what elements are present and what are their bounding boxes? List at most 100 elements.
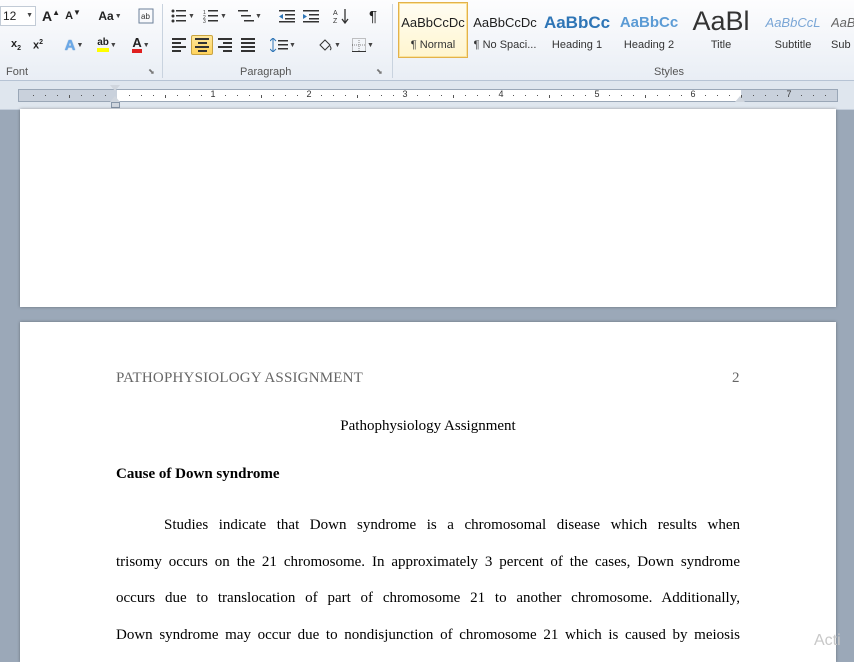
- ruler-tick: [645, 95, 646, 98]
- show-formatting-button[interactable]: ¶: [362, 6, 384, 26]
- change-case-button[interactable]: Aa ▼: [94, 6, 126, 26]
- svg-text:A: A: [333, 10, 338, 17]
- ruler-number: 6: [690, 89, 696, 99]
- style-name: Heading 1: [551, 39, 603, 51]
- dialog-launcher-icon[interactable]: ⬊: [148, 68, 156, 76]
- clear-formatting-icon: ab: [138, 8, 154, 24]
- ruler-tick: [801, 95, 802, 96]
- document-page-2[interactable]: PATHOPHYSIOLOGY ASSIGNMENT 2 Pathophysio…: [20, 322, 836, 662]
- increase-indent-button[interactable]: [300, 6, 322, 26]
- align-left-button[interactable]: [168, 35, 190, 55]
- group-divider: [162, 4, 163, 78]
- bullets-button[interactable]: ▼: [170, 6, 196, 26]
- ruler-tick: [129, 95, 130, 96]
- first-line-indent-marker[interactable]: [110, 85, 120, 91]
- ruler-number: 5: [594, 89, 600, 99]
- ruler-tick: [729, 95, 730, 96]
- sort-icon: AZ: [333, 9, 349, 24]
- style-heading-1[interactable]: AaBbCc Heading 1: [542, 2, 612, 58]
- decrease-indent-button[interactable]: [276, 6, 298, 26]
- ruler-tick: [777, 95, 778, 96]
- paragraph-line: Studies indicate that Down syndrome is a…: [164, 517, 740, 533]
- font-size-box[interactable]: 12 ▼: [0, 6, 36, 26]
- highlight-color-button[interactable]: ab ▼: [92, 35, 122, 55]
- style-heading-2[interactable]: AaBbCc Heading 2: [614, 2, 684, 58]
- document-title: Pathophysiology Assignment: [340, 418, 516, 434]
- running-head: PATHOPHYSIOLOGY ASSIGNMENT: [116, 370, 364, 386]
- ruler-tick: [681, 95, 682, 96]
- clear-formatting-button[interactable]: ab: [136, 6, 156, 26]
- ruler-tick: [621, 95, 622, 96]
- multilevel-list-button[interactable]: ▼: [236, 6, 264, 26]
- chevron-down-icon[interactable]: ▼: [26, 7, 33, 25]
- borders-button[interactable]: ▼: [348, 35, 378, 55]
- ruler-tick: [669, 95, 670, 96]
- ruler-tick: [165, 95, 166, 98]
- left-indent-marker[interactable]: [111, 102, 120, 108]
- ruler-tick: [177, 95, 178, 96]
- ruler-tick: [249, 95, 250, 96]
- ruler-tick: [393, 95, 394, 96]
- style-no-spacing[interactable]: AaBbCcDc ¶ No Spaci...: [470, 2, 540, 58]
- numbering-button[interactable]: 1 2 3 ▼: [202, 6, 228, 26]
- ruler-tick: [705, 95, 706, 96]
- styles-group-label: Styles: [654, 66, 684, 78]
- ruler-tick: [417, 95, 418, 96]
- horizontal-ruler[interactable]: 1 2 3 4 5 6 7: [18, 89, 838, 102]
- ruler-tick: [813, 95, 814, 96]
- ruler-number: 1: [210, 89, 216, 99]
- paragraph-line: Down syndrome may occur due to nondisjun…: [116, 626, 740, 643]
- font-group: 12 ▼ A ▲ A ▼ Aa ▼ ab x2 x2 A ▼ ab ▼ A ▼ Font: [0, 0, 160, 80]
- ruler-number: 4: [498, 89, 504, 99]
- align-right-icon: [218, 38, 232, 52]
- text-effects-button[interactable]: A ▼: [60, 35, 88, 55]
- style-subtle-emphasis[interactable]: AaB Sub: [830, 2, 854, 58]
- align-center-icon: [195, 38, 209, 52]
- subscript-button[interactable]: x2: [6, 35, 26, 55]
- ruler-tick: [357, 95, 358, 98]
- ruler-tick: [609, 95, 610, 96]
- sort-button[interactable]: AZ: [330, 6, 352, 26]
- dialog-launcher-icon[interactable]: ⬊: [376, 68, 384, 76]
- right-indent-marker[interactable]: [735, 96, 745, 102]
- ruler-tick: [237, 95, 238, 96]
- page-number: 2: [732, 370, 740, 386]
- bullets-icon: [171, 9, 187, 23]
- ruler-number: 3: [402, 89, 408, 99]
- align-right-button[interactable]: [214, 35, 236, 55]
- line-spacing-button[interactable]: ▼: [268, 35, 298, 55]
- justify-button[interactable]: [237, 35, 259, 55]
- style-sample: AaBl: [692, 6, 750, 36]
- ruler-tick: [105, 95, 106, 96]
- group-divider: [392, 4, 393, 78]
- font-color-button[interactable]: A ▼: [126, 35, 156, 55]
- shading-button[interactable]: ▼: [314, 35, 344, 55]
- style-subtitle[interactable]: AaBbCcL Subtitle: [758, 2, 828, 58]
- ruler-tick: [333, 95, 334, 96]
- highlighter-icon: ab: [97, 38, 109, 52]
- ruler-tick: [201, 95, 202, 96]
- ruler-tick: [633, 95, 634, 96]
- ruler-tick: [273, 95, 274, 96]
- line-spacing-icon: [270, 38, 289, 52]
- shrink-font-button[interactable]: A ▼: [63, 6, 83, 26]
- align-center-button[interactable]: [191, 35, 213, 55]
- svg-text:3: 3: [203, 19, 206, 23]
- style-name: ¶ No Spaci...: [473, 39, 537, 51]
- style-sample: AaBbCc: [619, 14, 679, 31]
- increase-indent-icon: [303, 10, 319, 23]
- section-heading: Cause of Down syndrome: [116, 466, 280, 482]
- style-normal[interactable]: AaBbCcDc ¶ Normal: [398, 2, 468, 58]
- ruler-tick: [81, 95, 82, 96]
- document-page-1[interactable]: [20, 109, 836, 307]
- ruler-tick: [453, 95, 454, 98]
- style-title[interactable]: AaBl Title: [686, 2, 756, 58]
- style-sample: AaBbCcL: [765, 15, 821, 30]
- grow-font-button[interactable]: A ▲: [40, 6, 62, 26]
- style-sample: AaBbCc: [543, 13, 611, 32]
- superscript-button[interactable]: x2: [28, 35, 48, 55]
- ruler-tick: [465, 95, 466, 96]
- ruler-tick: [93, 95, 94, 96]
- style-name: Heading 2: [623, 39, 675, 51]
- ruler-tick: [45, 95, 46, 96]
